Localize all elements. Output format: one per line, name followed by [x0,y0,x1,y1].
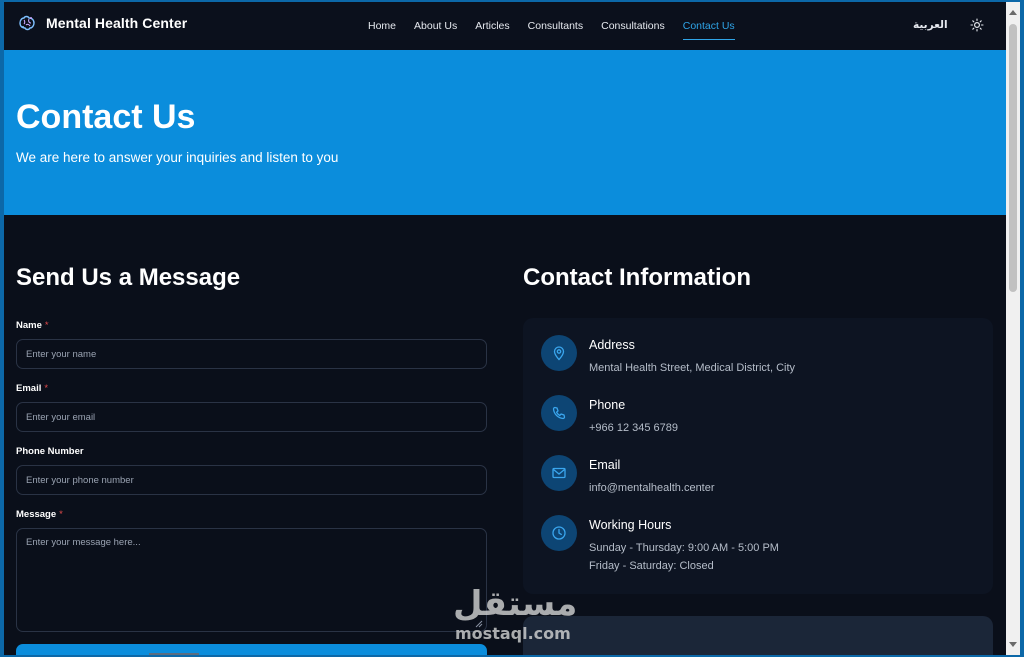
contact-item-title: Phone [589,398,626,412]
sun-icon[interactable] [970,18,984,32]
submit-button[interactable] [16,644,487,655]
message-label: Message * [16,509,63,520]
watermark-arabic: مستقل [453,584,578,624]
contact-item-value[interactable]: +966 12 345 6789 [589,419,678,437]
name-label-text: Name [16,320,42,331]
contact-item-hours: Working Hours Sunday - Thursday: 9:00 AM… [541,515,779,575]
language-switch[interactable]: العربية [913,19,948,31]
mail-icon [541,455,577,491]
required-marker: * [59,509,63,520]
contact-item-email: Email info@mentalhealth.center [541,455,715,497]
name-input[interactable]: Enter your name [16,339,487,369]
phone-label: Phone Number [16,446,84,457]
name-placeholder: Enter your name [26,348,97,360]
message-placeholder: Enter your message here... [26,537,141,548]
map-card [523,616,993,655]
email-placeholder: Enter your email [26,411,96,423]
contact-item-value[interactable]: info@mentalhealth.center [589,479,715,497]
scroll-thumb[interactable] [1009,24,1017,292]
scroll-up-arrow-icon[interactable] [1009,10,1017,15]
nav-link-articles[interactable]: Articles [475,2,509,50]
name-label: Name * [16,320,49,331]
required-marker: * [44,383,49,394]
vertical-scrollbar[interactable] [1006,2,1020,655]
nav-link-consultants[interactable]: Consultants [528,2,583,50]
contact-item-phone: Phone +966 12 345 6789 [541,395,678,437]
browser-viewport: Mental Health Center Home About Us Artic… [0,0,1024,657]
nav-link-consultations[interactable]: Consultations [601,2,665,50]
navbar: Mental Health Center Home About Us Artic… [4,2,1006,50]
nav-link-about-us[interactable]: About Us [414,2,457,50]
phone-placeholder: Enter your phone number [26,474,134,486]
page-title: Contact Us [16,98,196,136]
message-label-text: Message [16,509,57,520]
phone-icon [541,395,577,431]
brand[interactable]: Mental Health Center [17,14,187,32]
nav-link-contact-us[interactable]: Contact Us [682,2,735,50]
phone-label-text: Phone Number [16,446,84,457]
contact-item-value: Friday - Saturday: Closed [589,560,714,572]
hero-banner: Contact Us We are here to answer your in… [4,50,1006,215]
contact-item-value: Mental Health Street, Medical District, … [589,362,796,374]
contact-item-title: Working Hours [589,518,672,532]
brain-logo-icon [17,14,37,32]
clock-icon [541,515,577,551]
horizontal-scroll-indicator [149,653,199,655]
location-pin-icon [541,335,577,371]
watermark-latin: mostaql.com [455,624,571,643]
message-textarea[interactable]: Enter your message here... [16,528,487,632]
contact-item-title: Address [589,338,635,352]
watermark: مستقل mostaql.com [453,584,583,648]
email-label-text: Email [16,383,42,394]
email-label: Email * [16,383,48,394]
scroll-down-arrow-icon[interactable] [1009,642,1017,647]
contact-item-title: Email [589,458,621,472]
phone-input[interactable]: Enter your phone number [16,465,487,495]
nav-link-home[interactable]: Home [368,2,396,50]
brand-name: Mental Health Center [46,15,188,31]
nav-links: Home About Us Articles Consultants Consu… [368,2,735,50]
contact-info-title: Contact Information [523,264,751,291]
contact-item-address: Address Mental Health Street, Medical Di… [541,335,795,377]
email-input[interactable]: Enter your email [16,402,487,432]
form-title: Send Us a Message [16,264,241,291]
required-marker: * [44,320,49,331]
page-subtitle: We are here to answer your inquiries and… [16,150,339,165]
contact-item-value: Sunday - Thursday: 9:00 AM - 5:00 PM [589,542,779,554]
contact-info-card: Address Mental Health Street, Medical Di… [523,318,993,594]
